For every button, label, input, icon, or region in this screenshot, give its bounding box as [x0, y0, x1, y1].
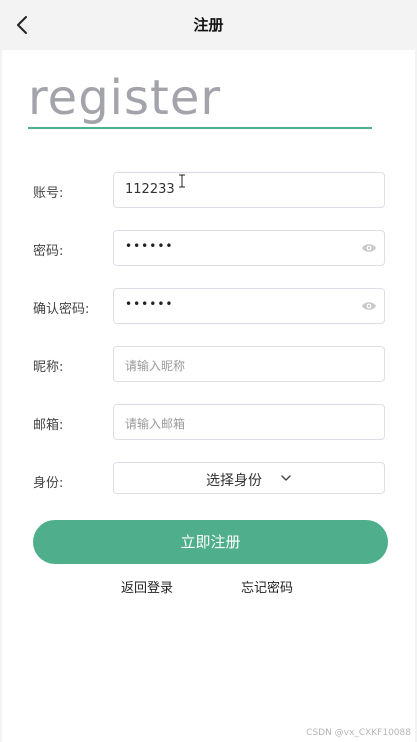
identity-select[interactable]: 选择身份 [113, 462, 385, 494]
nickname-input[interactable]: 请输入昵称 [113, 346, 385, 382]
forgot-password-link[interactable]: 忘记密码 [241, 577, 293, 596]
eye-icon[interactable] [361, 242, 377, 254]
text-cursor-icon [179, 174, 185, 188]
password-label: 密码: [33, 244, 64, 259]
identity-row: 身份: 选择身份 [2, 462, 415, 498]
password-row: 密码: •••••• [2, 230, 415, 266]
eye-icon[interactable] [361, 300, 377, 312]
identity-label: 身份: [33, 476, 64, 491]
account-value: 112233 [125, 182, 175, 197]
account-input[interactable]: 112233 [113, 172, 385, 208]
email-row: 邮箱: 请输入邮箱 [2, 404, 415, 440]
watermark: CSDN @vx_CXKF10088 [306, 728, 411, 738]
confirm-password-label: 确认密码: [33, 302, 90, 317]
nickname-placeholder: 请输入昵称 [125, 359, 186, 373]
account-label: 账号: [33, 186, 64, 201]
nickname-row: 昵称: 请输入昵称 [2, 346, 415, 382]
email-input[interactable]: 请输入邮箱 [113, 404, 385, 440]
account-row: 账号: 112233 [2, 172, 415, 208]
heading-underline [28, 127, 372, 129]
email-label: 邮箱: [33, 418, 64, 433]
nickname-label: 昵称: [33, 360, 64, 375]
password-input[interactable]: •••••• [113, 230, 385, 266]
email-placeholder: 请输入邮箱 [125, 417, 186, 431]
confirm-password-row: 确认密码: •••••• [2, 288, 415, 324]
register-page: register 账号: 112233 密码: •••••• 确认密码: •••… [2, 50, 415, 742]
register-heading: register [28, 70, 222, 126]
confirm-password-input[interactable]: •••••• [113, 288, 385, 324]
page-title: 注册 [193, 16, 224, 34]
chevron-down-icon [281, 475, 291, 481]
password-value: •••••• [125, 239, 174, 253]
register-button[interactable]: 立即注册 [33, 520, 388, 564]
identity-selected: 选择身份 [206, 473, 262, 489]
confirm-password-value: •••••• [125, 297, 174, 311]
back-to-login-link[interactable]: 返回登录 [121, 577, 173, 596]
top-bar: 注册 [0, 0, 417, 50]
